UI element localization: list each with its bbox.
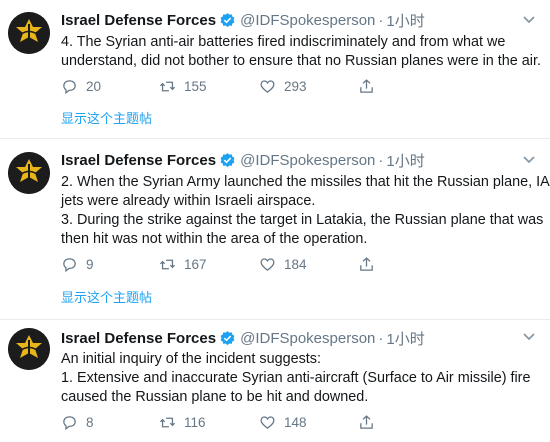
tweet-text-line: 4. The Syrian anti-air batteries fired i… [61,34,506,50]
like-button[interactable]: 148 [259,413,307,431]
separator-dot: · [378,329,384,347]
timestamp[interactable]: 1小时 [386,10,424,31]
share-icon [360,414,373,429]
author-handle[interactable]: @IDFSpokesperson [240,12,375,29]
retweet-button[interactable]: 167 [159,255,207,273]
tweet-text-line: 2. When the Syrian Army launched the mis… [61,174,550,190]
idf-logo-icon [8,328,50,370]
tweet-text-line: An initial inquiry of the incident sugge… [61,351,321,367]
author-handle[interactable]: @IDFSpokesperson [240,152,375,169]
tweet-text-line: 1. Extensive and inaccurate Syrian anti-… [61,370,531,386]
tweet-text-line: 3. During the strike against the target … [61,212,544,228]
like-count: 184 [284,256,307,272]
tweet[interactable]: Israel Defense Forces @IDFSpokesperson ·… [0,0,550,138]
tweet-text: 4. The Syrian anti-air batteries fired i… [61,33,541,71]
retweet-icon [159,81,176,91]
reply-button[interactable]: 8 [61,413,94,431]
separator-dot: · [378,11,384,29]
retweet-icon [159,259,176,269]
idf-logo-icon [8,12,50,54]
reply-count: 8 [86,414,94,430]
reply-count: 20 [86,78,102,94]
reply-icon [63,257,76,272]
reply-count: 9 [86,256,94,272]
heart-icon [260,415,275,429]
like-count: 293 [284,78,307,94]
chevron-down-icon[interactable] [522,14,536,26]
reply-button[interactable]: 20 [61,77,101,95]
retweet-button[interactable]: 116 [159,413,206,431]
avatar[interactable] [8,12,50,54]
avatar[interactable] [8,152,50,194]
show-thread-link[interactable]: 显示这个主题帖 [61,108,152,127]
show-thread-link[interactable]: 显示这个主题帖 [61,287,152,306]
share-icon [360,256,373,271]
verified-badge-icon [219,12,236,29]
verified-badge-icon [219,152,236,169]
like-button[interactable]: 293 [259,77,307,95]
share-button[interactable] [358,413,375,431]
avatar[interactable] [8,328,50,370]
tweet-text: An initial inquiry of the incident sugge… [61,350,541,407]
tweet-header: Israel Defense Forces @IDFSpokesperson ·… [61,150,425,171]
retweet-count: 155 [184,78,207,94]
share-icon [360,78,373,93]
like-count: 148 [284,414,307,430]
verified-badge-icon [219,330,236,347]
tweet-actions: 20 155 293 [61,77,381,95]
separator-dot: · [378,151,384,169]
chevron-down-icon[interactable] [522,154,536,166]
tweet-text-line: understand, did not bother to ensure tha… [61,53,541,69]
heart-icon [260,79,275,93]
idf-logo-icon [8,152,50,194]
timestamp[interactable]: 1小时 [386,328,424,349]
retweet-count: 167 [184,256,207,272]
retweet-icon [159,417,176,427]
author-name[interactable]: Israel Defense Forces [61,152,216,169]
tweet-header: Israel Defense Forces @IDFSpokesperson ·… [61,328,425,349]
timestamp[interactable]: 1小时 [386,150,424,171]
author-name[interactable]: Israel Defense Forces [61,330,216,347]
tweet-text: 2. When the Syrian Army launched the mis… [61,173,550,249]
share-button[interactable] [358,77,375,95]
tweet-actions: 8 116 148 [61,413,381,431]
tweet-text-line: caused the Russian plane to be hit and d… [61,389,369,405]
reply-icon [63,79,76,94]
tweet-text-line: then hit was not within the area of the … [61,231,368,247]
like-button[interactable]: 184 [259,255,307,273]
tweet[interactable]: Israel Defense Forces @IDFSpokesperson ·… [0,139,550,319]
tweet[interactable]: Israel Defense Forces @IDFSpokesperson ·… [0,320,550,442]
tweet-header: Israel Defense Forces @IDFSpokesperson ·… [61,10,425,31]
retweet-count: 116 [184,414,206,430]
chevron-down-icon[interactable] [522,331,536,343]
tweet-actions: 9 167 184 [61,255,381,273]
heart-icon [260,257,275,271]
author-name[interactable]: Israel Defense Forces [61,12,216,29]
reply-icon [63,415,76,430]
reply-button[interactable]: 9 [61,255,94,273]
retweet-button[interactable]: 155 [159,77,207,95]
author-handle[interactable]: @IDFSpokesperson [240,330,375,347]
share-button[interactable] [358,255,375,273]
tweet-text-line: jets were already within Israeli airspac… [61,193,316,209]
